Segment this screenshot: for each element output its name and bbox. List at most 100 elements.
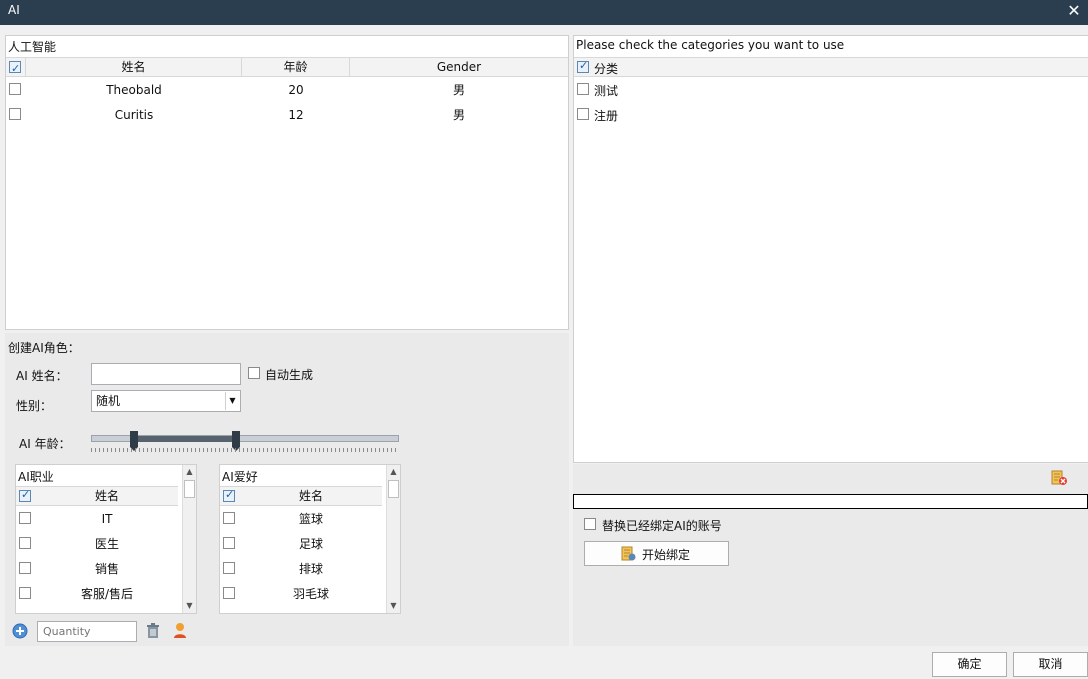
quantity-input[interactable] (37, 621, 137, 642)
profession-select-all-checkbox[interactable] (19, 488, 31, 502)
item-label: 客服/售后 (80, 587, 134, 601)
categories-header: 分类 (574, 57, 1088, 77)
row-gender: 男 (452, 83, 465, 97)
start-binding-button[interactable]: 开始绑定 (584, 541, 729, 566)
list-item[interactable]: 羽毛球 (220, 584, 382, 606)
category-label: 测试 (594, 84, 619, 98)
categories-select-all-checkbox[interactable] (577, 59, 589, 73)
trash-icon[interactable] (146, 623, 160, 639)
column-name[interactable]: 姓名 (26, 58, 242, 77)
progress-bar (573, 494, 1088, 509)
row-name: Theobald (106, 83, 162, 97)
ai-list-caption: 人工智能 (8, 40, 57, 54)
clear-icon[interactable] (1051, 470, 1068, 486)
age-slider-min-handle[interactable] (130, 431, 138, 451)
scroll-thumb[interactable] (388, 480, 399, 498)
replace-bound-label: 替换已经绑定AI的账号 (602, 519, 722, 533)
profession-caption: AI职业 (18, 470, 54, 484)
item-checkbox[interactable] (19, 512, 31, 524)
table-row[interactable]: Curitis 12 男 (6, 104, 568, 126)
gender-label: 性别： (16, 399, 53, 413)
auto-generate-checkbox[interactable] (248, 367, 260, 379)
item-label: 篮球 (298, 512, 323, 526)
ai-name-label: AI 姓名： (16, 369, 68, 383)
hobby-list: AI爱好 姓名 篮球 足球 排球 羽毛球 ▲ ▼ (219, 464, 401, 614)
item-checkbox[interactable] (19, 537, 31, 549)
profession-scrollbar[interactable]: ▲ ▼ (182, 465, 196, 613)
category-label: 注册 (594, 109, 619, 123)
create-ai-section: 创建AI角色： AI 姓名： 自动生成 性别： 随机 ▼ AI 年龄： AI职业… (5, 333, 569, 646)
row-age: 12 (288, 108, 304, 122)
person-icon[interactable] (173, 622, 187, 639)
scroll-down-icon[interactable]: ▼ (183, 599, 196, 613)
row-checkbox[interactable] (9, 108, 21, 120)
ok-label: 确定 (957, 657, 982, 671)
hobby-header-name[interactable]: 姓名 (240, 487, 382, 506)
hobby-header: 姓名 (220, 486, 382, 506)
list-item[interactable]: 注册 (574, 104, 1088, 126)
list-item[interactable]: 排球 (220, 559, 382, 581)
ai-list-panel: 人工智能 姓名 年龄 Gender Theobald 20 男 Curitis … (5, 35, 569, 330)
scroll-down-icon[interactable]: ▼ (387, 599, 400, 613)
list-item[interactable]: 篮球 (220, 509, 382, 531)
list-item[interactable]: 销售 (16, 559, 178, 581)
header-checkbox-cell (6, 58, 26, 78)
profession-list: AI职业 姓名 IT 医生 销售 客服/售后 ▲ ▼ (15, 464, 197, 614)
hobby-select-all-checkbox[interactable] (223, 488, 235, 502)
categories-caption: Please check the categories you want to … (576, 38, 845, 52)
start-binding-label: 开始绑定 (642, 548, 691, 562)
list-item[interactable]: 医生 (16, 534, 178, 556)
auto-generate-label: 自动生成 (265, 368, 314, 382)
column-age[interactable]: 年龄 (242, 58, 350, 77)
item-checkbox[interactable] (223, 587, 235, 599)
age-slider[interactable] (91, 429, 401, 459)
list-item[interactable]: IT (16, 509, 178, 531)
age-label: AI 年龄： (19, 437, 71, 451)
cancel-button[interactable]: 取消 (1013, 652, 1088, 677)
gender-value: 随机 (96, 394, 121, 408)
title-bar: AI ✕ (0, 0, 1088, 25)
list-item[interactable]: 客服/售后 (16, 584, 178, 606)
add-circle-icon[interactable] (12, 623, 28, 639)
ok-button[interactable]: 确定 (932, 652, 1007, 677)
ai-name-input[interactable] (91, 363, 241, 385)
item-checkbox[interactable] (223, 562, 235, 574)
item-label: 销售 (94, 562, 119, 576)
replace-bound-checkbox[interactable] (584, 518, 596, 530)
profession-header-name[interactable]: 姓名 (36, 487, 178, 506)
item-checkbox[interactable] (19, 587, 31, 599)
scroll-up-icon[interactable]: ▲ (387, 465, 400, 479)
hobby-caption: AI爱好 (222, 470, 258, 484)
age-slider-max-handle[interactable] (232, 431, 240, 451)
row-checkbox[interactable] (9, 83, 21, 95)
category-checkbox[interactable] (577, 83, 589, 95)
scroll-up-icon[interactable]: ▲ (183, 465, 196, 479)
select-all-checkbox[interactable] (9, 59, 21, 78)
age-slider-range (134, 436, 236, 442)
list-item[interactable]: 测试 (574, 79, 1088, 101)
categories-panel: Please check the categories you want to … (573, 35, 1088, 463)
categories-header-label[interactable]: 分类 (594, 60, 618, 77)
bind-section: 替换已经绑定AI的账号 开始绑定 (573, 464, 1088, 646)
scroll-thumb[interactable] (184, 480, 195, 498)
table-row[interactable]: Theobald 20 男 (6, 79, 568, 101)
profession-header: 姓名 (16, 486, 178, 506)
chevron-down-icon[interactable]: ▼ (225, 392, 239, 410)
item-checkbox[interactable] (223, 537, 235, 549)
cancel-label: 取消 (1038, 657, 1063, 671)
item-label: 羽毛球 (292, 587, 329, 601)
item-checkbox[interactable] (19, 562, 31, 574)
item-label: 医生 (94, 537, 119, 551)
close-icon[interactable]: ✕ (1066, 2, 1082, 20)
category-checkbox[interactable] (577, 108, 589, 120)
row-name: Curitis (114, 108, 154, 122)
gender-select[interactable]: 随机 ▼ (91, 390, 241, 412)
list-item[interactable]: 足球 (220, 534, 382, 556)
column-gender[interactable]: Gender (350, 58, 568, 77)
binding-doc-icon (621, 546, 636, 562)
hobby-scrollbar[interactable]: ▲ ▼ (386, 465, 400, 613)
age-slider-ticks (91, 448, 399, 452)
item-checkbox[interactable] (223, 512, 235, 524)
ai-list-header: 姓名 年龄 Gender (6, 57, 568, 78)
item-label: 足球 (298, 537, 323, 551)
